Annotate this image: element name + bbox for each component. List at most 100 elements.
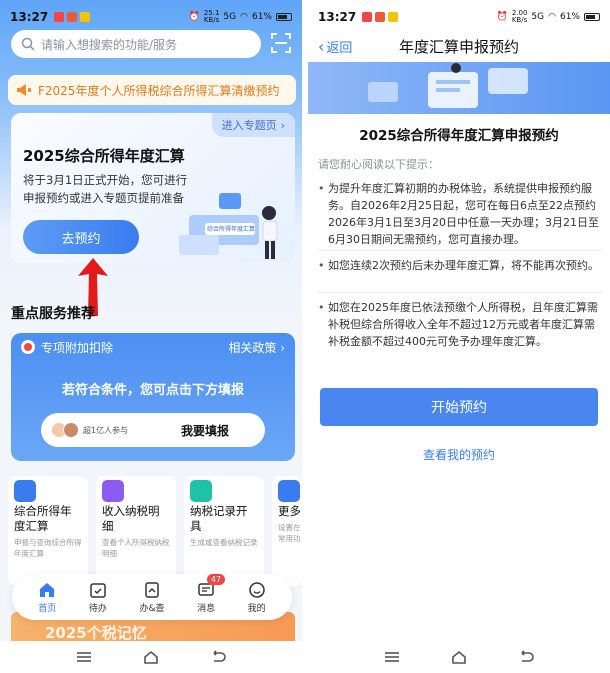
wifi-icon: ◠ (240, 12, 248, 22)
tile-annual-settlement[interactable]: 综合所得年度汇算 申报与查询综合所得年度汇算 (8, 476, 88, 586)
policy-link-label: 相关政策 (228, 340, 277, 355)
system-nav-bar (308, 641, 610, 673)
tile-subtitle: 设置在常用功 (278, 523, 301, 543)
bottom-tab-bar: 首页 待办 办&查 47 消息 我的 (12, 573, 292, 620)
network-speed: 2.00 KB/s (511, 9, 528, 24)
hero-title: 2025综合所得年度汇算 (23, 147, 185, 165)
wifi-icon: ◠ (548, 12, 556, 22)
alarm-icon: ⏰ (188, 12, 200, 22)
chevron-right-icon: › (280, 340, 285, 355)
status-bar: 13:27 ⏰ 2.00 KB/s 5G ◠ 61% (308, 0, 610, 34)
related-policy-link[interactable]: 相关政策 › (228, 339, 285, 356)
fill-in-button[interactable]: 我要填报 (181, 422, 229, 439)
tile-title: 收入纳税明细 (102, 504, 160, 533)
tile-income-details[interactable]: 收入纳税明细 查看个人所得税纳税明细 (96, 476, 176, 586)
scan-icon[interactable] (270, 32, 292, 54)
tab-label: 消息 (197, 603, 216, 614)
search-placeholder: 请输入想搜索的功能/服务 (41, 37, 178, 52)
smiley-icon (248, 581, 265, 598)
content-heading: 2025综合所得年度汇算申报预约 (359, 128, 559, 144)
deduction-title: 专项附加扣除 (41, 340, 114, 355)
home-icon (40, 582, 55, 597)
chevron-left-icon: ‹ (318, 36, 325, 56)
grid-icon (278, 480, 300, 502)
home-nav-icon[interactable] (451, 650, 467, 664)
service-tiles: 综合所得年度汇算 申报与查询综合所得年度汇算 收入纳税明细 查看个人所得税纳税明… (8, 476, 302, 586)
notice-paragraph: 如您在2025年度已依法预缴个人所得税，且年度汇算需补税但综合所得收入全年不超过… (318, 299, 602, 350)
tab-home[interactable]: 首页 (38, 581, 56, 614)
reservation-screen: 13:27 ⏰ 2.00 KB/s 5G ◠ 61% ‹ 返回 年度汇算申报预约 … (308, 0, 610, 673)
deduction-message: 若符合条件，您可点击下方填报 (61, 383, 244, 398)
deduction-header: 专项附加扣除 相关政策 › (11, 333, 295, 361)
status-time: 13:27 (318, 10, 357, 24)
menu-icon[interactable] (384, 650, 400, 664)
user-avatars (51, 422, 79, 438)
tab-label: 我的 (247, 603, 266, 614)
tile-subtitle: 申报与查询综合所得年度汇算 (14, 538, 82, 558)
app-notification-icon (54, 12, 65, 22)
search-input[interactable]: 请输入想搜索的功能/服务 (11, 30, 261, 58)
tab-handle-query[interactable]: 办&查 (139, 581, 165, 614)
topic-link-label: 进入专题页 (221, 119, 277, 132)
section-title: 重点服务推荐 (11, 306, 95, 322)
tab-mine[interactable]: 我的 (248, 581, 266, 614)
todo-icon (90, 582, 106, 598)
header-banner (308, 62, 610, 114)
battery-percent: 61% (251, 12, 272, 22)
deduction-icon (21, 340, 35, 354)
tile-subtitle: 查看个人所得税纳税明细 (102, 538, 170, 558)
tab-messages[interactable]: 47 消息 (197, 573, 226, 614)
users-count: 超1亿人参与 (83, 425, 129, 435)
tile-title: 更多I (278, 504, 302, 518)
app-notification-icon (67, 12, 78, 22)
notice-paragraph: 为提升年度汇算初期的办税体验，系统提供申报预约服务。自2026年2月25日起，您… (318, 180, 602, 248)
system-nav-bar (0, 641, 302, 673)
hero-description: 将于3月1日正式开始，您可进行申报预约或进入专题页提前准备 (23, 173, 188, 205)
home-screen: 13:27 ⏰ 25.1 KB/s 5G ◠ 61% 请输入想搜索的功能/服务 … (0, 0, 302, 673)
document-icon (145, 581, 159, 598)
hero-illustration-label: 综合所得年度汇算 (207, 226, 256, 233)
tile-more[interactable]: 更多I 设置在常用功 (272, 476, 302, 586)
battery-icon (276, 13, 292, 21)
app-notification-icon (80, 12, 91, 22)
divider (318, 250, 602, 251)
fill-in-pill[interactable]: 超1亿人参与 我要填报 (41, 413, 265, 447)
app-notification-icon (362, 12, 373, 22)
back-nav-icon[interactable] (518, 650, 535, 664)
enter-topic-link[interactable]: 进入专题页 › (211, 113, 295, 137)
signal-type: 5G (223, 12, 237, 22)
alarm-icon: ⏰ (496, 12, 508, 22)
tab-todo[interactable]: 待办 (89, 581, 107, 614)
tile-tax-record[interactable]: 纳税记录开具 生成或查看纳税记录 (184, 476, 264, 586)
home-nav-icon[interactable] (143, 650, 159, 664)
notice-text: F2025年度个人所得税综合所得汇算清缴预约 (38, 83, 280, 98)
back-label: 返回 (326, 40, 353, 56)
banner-illustration (368, 63, 528, 108)
battery-icon (584, 13, 600, 21)
notice-bar[interactable]: F2025年度个人所得税综合所得汇算清缴预约 (8, 75, 296, 105)
battery-percent: 61% (559, 12, 580, 22)
menu-icon[interactable] (76, 650, 92, 664)
message-badge: 47 (206, 573, 226, 585)
tab-label: 待办 (88, 603, 107, 614)
back-button[interactable]: ‹ 返回 (318, 37, 352, 56)
page-title: 年度汇算申报预约 (398, 37, 519, 56)
annual-settlement-card: 进入专题页 › 2025综合所得年度汇算 将于3月1日正式开始，您可进行申报预约或… (11, 113, 295, 263)
tile-title: 纳税记录开具 (190, 504, 248, 533)
record-icon (190, 480, 212, 502)
tab-label: 首页 (38, 603, 57, 614)
tab-label: 办&查 (139, 603, 165, 614)
back-nav-icon[interactable] (210, 650, 227, 664)
megaphone-icon (17, 84, 31, 96)
network-speed: 25.1 KB/s (203, 9, 220, 24)
wallet-icon (102, 480, 124, 502)
page-header: ‹ 返回 年度汇算申报预约 (308, 30, 610, 62)
view-my-reservation-link[interactable]: 查看我的预约 (308, 446, 610, 463)
start-reservation-button[interactable]: 开始预约 (320, 388, 598, 426)
go-reserve-button[interactable]: 去预约 (23, 220, 139, 254)
app-notification-icon (375, 12, 386, 22)
settlement-icon (14, 480, 36, 502)
tile-title: 综合所得年度汇算 (14, 504, 72, 533)
divider (318, 292, 602, 293)
status-bar: 13:27 ⏰ 25.1 KB/s 5G ◠ 61% (0, 0, 302, 34)
